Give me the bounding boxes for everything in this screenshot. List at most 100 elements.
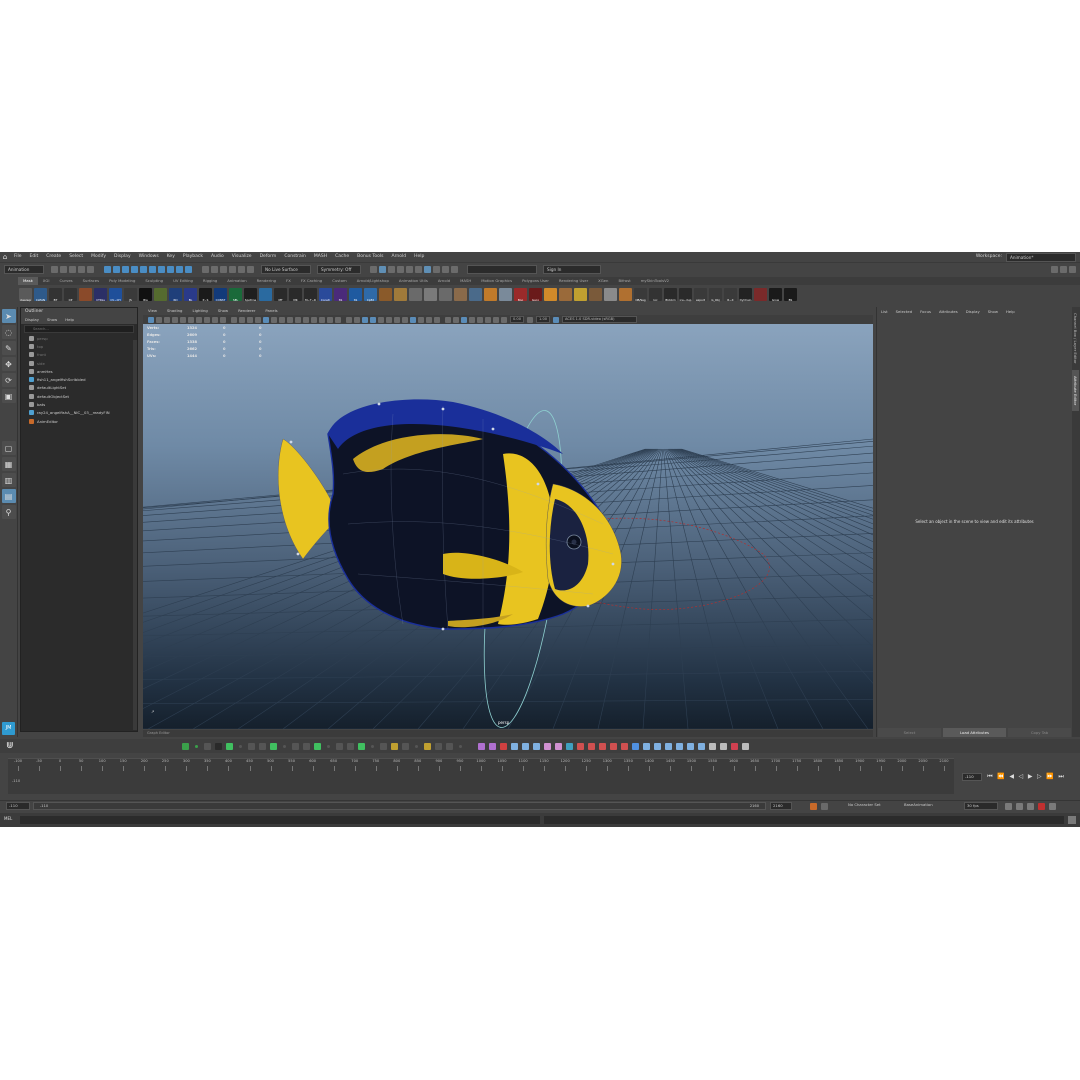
menuset-dropdown[interactable]: Animation (4, 265, 44, 274)
menu-file[interactable]: File (10, 252, 26, 262)
shelf-tool-icon[interactable]: DyChain (739, 287, 752, 302)
shelf-tab-rigging[interactable]: Rigging (198, 277, 222, 285)
anim-tool-icon[interactable] (731, 742, 738, 750)
anim-tool-icon[interactable] (610, 742, 617, 750)
snap-curve-icon[interactable] (211, 266, 218, 273)
viewport-tool-icon[interactable] (335, 316, 341, 323)
viewport-menu-renderer[interactable]: Renderer (233, 307, 260, 315)
viewport-tool-icon[interactable] (354, 316, 360, 323)
range-start-field[interactable]: -110 (6, 802, 30, 810)
shelf-tab-animation-utils[interactable]: Animation Utils (394, 277, 433, 285)
anim-tool-icon[interactable] (742, 742, 749, 750)
anim-tool-icon[interactable] (555, 742, 562, 750)
load-attributes-button[interactable]: Load Attributes (943, 728, 1006, 737)
menu-visualize[interactable]: Visualize (228, 252, 256, 262)
layout-single-icon[interactable]: ▢ (1, 441, 16, 455)
anim-tool-icon[interactable] (270, 742, 277, 750)
home-icon[interactable]: ⌂ (0, 252, 10, 262)
shelf-tool-icon[interactable] (499, 287, 512, 301)
colorspace-dropdown[interactable]: ACES 1.0 SDR-video (sRGB) (562, 316, 638, 323)
viewport-menu-lighting[interactable]: Lighting (187, 307, 212, 315)
paint-tool-icon[interactable]: ✎ (1, 341, 16, 355)
redo-icon[interactable] (87, 266, 94, 273)
viewport-persp[interactable]: Verts: 1324 0 0 Edges: 2609 0 0 Faces: 1338 0 0 Tris… (143, 324, 873, 729)
tab-attribute-editor[interactable]: Attribute Editor (1072, 369, 1079, 411)
range-end-field[interactable]: 2160 (770, 802, 792, 810)
undo-icon[interactable] (78, 266, 85, 273)
shelf-tool-icon[interactable] (379, 287, 392, 301)
shelf-tool-icon[interactable] (394, 287, 407, 301)
select-tool-icon[interactable]: ➤ (1, 309, 16, 323)
symmetry-dropdown[interactable]: Symmetry: Off (317, 265, 361, 274)
ui-toggle-2-icon[interactable] (451, 266, 458, 273)
viewport-menu-panels[interactable]: Panels (260, 307, 282, 315)
step-back-frame-icon[interactable]: ◀ (1009, 773, 1014, 781)
attr-menu-attributes[interactable]: Attributes (935, 307, 962, 317)
scale-tool-icon[interactable]: ▣ (1, 389, 16, 403)
anim-tool-icon[interactable] (358, 742, 365, 750)
copy-tab-button[interactable]: Copy Tab (1008, 728, 1071, 737)
ui-toggle-icon[interactable] (442, 266, 449, 273)
outliner-item[interactable]: top (21, 342, 137, 350)
shelf-tool-icon[interactable] (574, 287, 587, 301)
attr-menu-display[interactable]: Display (962, 307, 984, 317)
anim-tool-icon[interactable] (303, 742, 310, 750)
shelf-tab-poly-modeling[interactable]: Poly Modeling (104, 277, 140, 285)
viewport-tool-icon[interactable] (402, 316, 408, 323)
sign-in-dropdown[interactable]: Sign In (543, 265, 601, 274)
anim-tool-icon[interactable] (522, 742, 529, 750)
live-surface-field[interactable]: No Live Surface (261, 265, 311, 274)
outliner-menu-help[interactable]: Help (61, 316, 78, 324)
shelf-tool-icon[interactable]: export (694, 287, 707, 302)
shelf-tab-arnold-lightshop[interactable]: Arnold/Lightshop (352, 277, 394, 285)
open-scene-icon[interactable] (60, 266, 67, 273)
outliner-item[interactable]: defaultObjectSet (21, 392, 137, 400)
render-seq-icon[interactable] (388, 266, 395, 273)
anim-tool-icon[interactable] (654, 742, 661, 750)
viewport-tool-icon[interactable] (188, 316, 194, 323)
anim-tool-icon[interactable] (248, 742, 255, 750)
move-tool-icon[interactable]: ✥ (1, 357, 16, 371)
step-forward-key-icon[interactable]: ⏩ (1046, 773, 1053, 781)
snap-surface-icon[interactable] (238, 266, 245, 273)
shelf-tool-icon[interactable]: RD (169, 287, 182, 302)
viewport-tool-icon[interactable] (445, 316, 451, 323)
step-forward-frame-icon[interactable]: ▷ (1037, 773, 1042, 781)
anim-tool-icon[interactable] (182, 742, 189, 750)
viewport-tool-icon[interactable] (172, 316, 178, 323)
mask-2-icon[interactable] (140, 266, 147, 273)
shelf-tool-icon[interactable]: Geco (529, 287, 542, 302)
shelf-tool-icon[interactable]: SS (349, 287, 362, 302)
anim-tool-icon[interactable] (314, 742, 321, 750)
snap-view-icon[interactable] (229, 266, 236, 273)
viewport-tool-icon[interactable] (204, 316, 210, 323)
shelf-tool-icon[interactable]: CTRLs (94, 287, 107, 302)
mask-3-icon[interactable] (149, 266, 156, 273)
outliner-item[interactable]: AnimEditor (21, 417, 137, 425)
viewport-tool-icon[interactable] (469, 316, 475, 323)
shelf-tool-icon[interactable] (439, 287, 452, 301)
viewport-tool-icon[interactable] (180, 316, 186, 323)
outliner-item[interactable]: anmHes (21, 367, 137, 375)
anim-tool-icon[interactable] (621, 742, 628, 750)
anim-tool-icon[interactable] (380, 742, 387, 750)
shelf-tool-icon[interactable] (424, 287, 437, 301)
menu-create[interactable]: Create (42, 252, 65, 262)
ipr-icon[interactable] (397, 266, 404, 273)
shelf-tool-icon[interactable] (604, 287, 617, 301)
anim-tool-icon[interactable] (215, 742, 222, 750)
shelf-tool-icon[interactable]: cleanup (19, 287, 32, 302)
outliner-item[interactable]: front (21, 351, 137, 359)
shelf-tool-icon[interactable]: CONST (214, 287, 227, 302)
mask-7-icon[interactable] (185, 266, 192, 273)
cache-icon[interactable] (1027, 802, 1034, 810)
viewport-menu-view[interactable]: View (143, 307, 162, 315)
script-language-toggle[interactable]: MEL (4, 816, 12, 821)
viewport-tool-icon[interactable] (231, 316, 237, 323)
anim-tool-icon[interactable] (435, 742, 442, 750)
viewport-tool-icon[interactable] (386, 316, 392, 323)
viewport-menu-show[interactable]: Show (213, 307, 233, 315)
shelf-tab-mash[interactable]: MASH (455, 277, 476, 285)
select-hierarchy-icon[interactable] (104, 266, 111, 273)
anim-tool-icon[interactable] (676, 742, 683, 750)
